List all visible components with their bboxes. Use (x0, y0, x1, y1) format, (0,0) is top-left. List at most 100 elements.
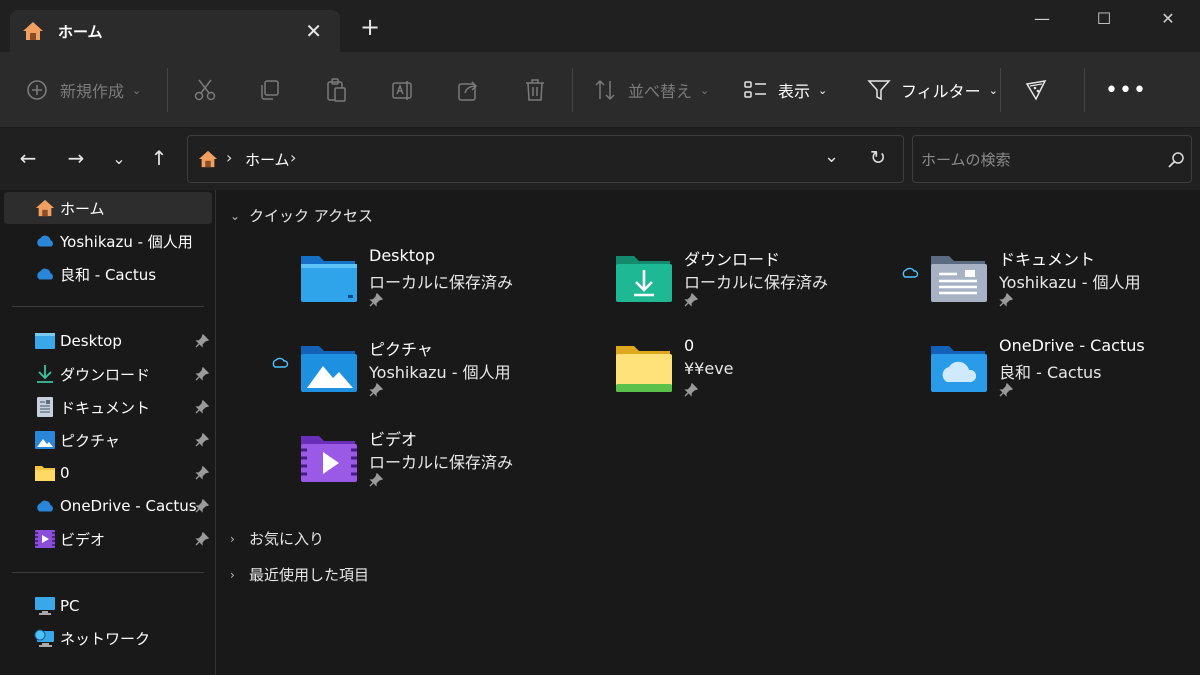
sidebar-item-label: 0 (60, 464, 70, 482)
filter-label: フィルター (901, 82, 981, 101)
home-icon (198, 150, 218, 168)
tile-subtitle: ローカルに保存済み (369, 273, 514, 292)
chevron-down-icon: ⌄ (818, 83, 828, 97)
chevron-down-icon: ⌄ (132, 83, 142, 97)
sidebar-item-label: PC (60, 597, 80, 615)
new-label: 新規作成 (60, 82, 125, 101)
quick-access-tile-videos[interactable]: ビデオ ローカルに保存済み (299, 426, 609, 506)
back-arrow-icon[interactable]: ← (15, 145, 41, 171)
pin-icon[interactable] (195, 367, 209, 381)
trash-icon (526, 79, 544, 101)
sidebar-item-pictures[interactable]: ピクチャ (4, 424, 212, 456)
quick-access-tile-pictures[interactable]: ピクチャ Yoshikazu - 個人用 (272, 336, 609, 416)
sidebar-item-label: ビデオ (60, 530, 106, 549)
sidebar-item-pc[interactable]: PC (4, 590, 212, 622)
recent-locations-chevron-icon[interactable]: ⌄ (106, 145, 132, 171)
filter-button[interactable]: フィルター ⌄ (867, 52, 998, 128)
pictures-folder-icon (301, 346, 357, 392)
plus-circle-icon (27, 80, 47, 100)
videos-folder-icon (301, 436, 357, 482)
chevron-right-icon: › (230, 567, 235, 582)
quick-access-tile-folder-0[interactable]: 0 ¥¥eve (614, 336, 924, 416)
downloads-folder-icon (616, 256, 672, 302)
search-box[interactable] (912, 135, 1192, 183)
section-title: お気に入り (249, 530, 325, 548)
view-label: 表示 (778, 82, 811, 101)
quick-access-tile-desktop[interactable]: Desktop ローカルに保存済み (299, 246, 609, 326)
breadcrumb-chevron-icon[interactable]: › (226, 148, 232, 167)
recent-header[interactable]: › 最近使用した項目 (230, 564, 369, 585)
sidebar-item-onedrive-cactus[interactable]: 良和 - Cactus (4, 258, 212, 290)
maximize-icon[interactable]: ☐ (1084, 4, 1124, 32)
delete-button[interactable] (524, 52, 546, 128)
view-button[interactable]: 表示 ⌄ (744, 52, 827, 128)
pin-icon[interactable] (195, 400, 209, 414)
rename-button[interactable] (391, 52, 415, 128)
details-button[interactable] (1024, 52, 1048, 128)
pin-icon (999, 293, 1013, 307)
sidebar-item-label: ホーム (60, 199, 105, 218)
pin-icon[interactable] (195, 466, 209, 480)
tile-subtitle: 良和 - Cactus (999, 363, 1102, 382)
paste-button[interactable] (325, 52, 347, 128)
breadcrumb-chevron-icon[interactable]: › (290, 148, 296, 167)
quick-access-header[interactable]: ⌄ クイック アクセス (230, 205, 373, 226)
new-button[interactable]: 新規作成 ⌄ (26, 52, 141, 128)
sidebar-item-label: OneDrive - Cactus (60, 497, 196, 515)
view-list-icon (744, 81, 766, 98)
sidebar-item-downloads[interactable]: ダウンロード (4, 358, 212, 390)
more-options-icon[interactable]: ••• (1105, 52, 1147, 128)
pin-icon[interactable] (195, 334, 209, 348)
sidebar-item-onedrive-cactus-folder[interactable]: OneDrive - Cactus (4, 490, 212, 522)
section-title: 最近使用した項目 (249, 566, 370, 584)
monitor-icon (35, 597, 55, 615)
sidebar-item-network[interactable]: ネットワーク (4, 622, 212, 654)
sidebar-item-label: Desktop (60, 332, 122, 350)
close-tab-icon[interactable]: ✕ (305, 19, 322, 43)
home-icon (35, 199, 55, 217)
sidebar-item-label: ネットワーク (60, 629, 151, 648)
pin-icon[interactable] (195, 532, 209, 546)
refresh-icon[interactable]: ↻ (870, 147, 886, 169)
sidebar-item-folder-0[interactable]: 0 (4, 457, 212, 489)
search-input[interactable] (921, 148, 1161, 172)
folder-icon (35, 466, 55, 481)
sidebar-item-desktop[interactable]: Desktop (4, 325, 212, 357)
search-icon[interactable] (1167, 151, 1185, 169)
share-button[interactable] (457, 52, 481, 128)
quick-access-tile-documents[interactable]: ドキュメント Yoshikazu - 個人用 (902, 246, 1200, 326)
cloud-icon (37, 235, 53, 247)
sidebar-item-onedrive-personal[interactable]: Yoshikazu - 個人用 (4, 225, 212, 257)
sidebar-item-home[interactable]: ホーム (4, 192, 212, 224)
cut-button[interactable] (193, 52, 217, 128)
sidebar-item-videos[interactable]: ビデオ (4, 523, 212, 555)
sidebar-item-documents[interactable]: ドキュメント (4, 391, 212, 423)
pin-icon (369, 383, 383, 397)
pin-icon[interactable] (195, 433, 209, 447)
tile-subtitle: Yoshikazu - 個人用 (369, 363, 511, 382)
new-tab-button[interactable]: + (360, 15, 380, 39)
quick-access-tile-downloads[interactable]: ダウンロード ローカルに保存済み (614, 246, 924, 326)
quick-access-tile-onedrive-cactus[interactable]: OneDrive - Cactus 良和 - Cactus (929, 336, 1200, 416)
navigation-pane: ホーム Yoshikazu - 個人用 良和 - Cactus Desktop … (0, 190, 216, 675)
breadcrumb-home[interactable]: ホーム (245, 149, 290, 170)
favorites-header[interactable]: › お気に入り (230, 528, 324, 549)
download-icon (37, 365, 53, 383)
copy-button[interactable] (259, 52, 281, 128)
tab-home[interactable]: ホーム ✕ (10, 10, 340, 52)
clipboard-icon (327, 78, 346, 102)
close-window-icon[interactable]: ✕ (1148, 4, 1188, 32)
sidebar-divider (12, 572, 204, 573)
sidebar-item-label: ダウンロード (60, 365, 151, 384)
up-arrow-icon[interactable]: ↑ (146, 145, 172, 171)
toolbar-divider (167, 68, 168, 112)
address-bar[interactable]: › ホーム › ⌄ ↻ (187, 135, 904, 183)
sort-button[interactable]: 並べ替え ⌄ (594, 52, 709, 128)
sidebar-item-label: ピクチャ (60, 431, 120, 450)
forward-arrow-icon[interactable]: → (63, 145, 89, 171)
address-history-chevron-icon[interactable]: ⌄ (824, 146, 839, 167)
minimize-icon[interactable]: — (1022, 4, 1062, 32)
pin-icon[interactable] (195, 499, 209, 513)
tab-label: ホーム (58, 22, 103, 41)
command-bar: 新規作成 ⌄ 並べ替え ⌄ 表示 ⌄ フィルター ⌄ ••• (0, 52, 1200, 128)
